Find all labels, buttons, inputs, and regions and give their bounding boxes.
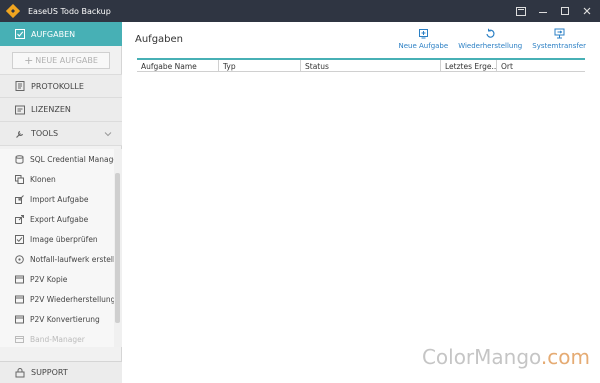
tool-item-label: P2V Wiederherstellung xyxy=(30,294,114,304)
sidebar-item-label: PROTOKOLLE xyxy=(31,81,84,91)
tool-item-export-task[interactable]: Export Aufgabe xyxy=(0,209,114,229)
page-title: Aufgaben xyxy=(135,34,184,45)
column-header-task-name[interactable]: Aufgabe Name xyxy=(137,60,219,72)
close-icon[interactable] xyxy=(578,2,596,20)
system-transfer-icon xyxy=(554,28,565,39)
tool-item-p2v-restore[interactable]: P2V Wiederherstellung xyxy=(0,289,114,309)
toolbar-label: Systemtransfer xyxy=(532,42,586,50)
column-header-type[interactable]: Typ xyxy=(219,60,301,72)
toolbar: Neue Aufgabe Wiederherstellung Systemtra… xyxy=(398,28,586,50)
column-header-last-result[interactable]: Letztes Erge... xyxy=(441,60,497,72)
restore-icon xyxy=(485,28,496,39)
column-header-location[interactable]: Ort xyxy=(497,60,585,72)
sidebar-item-label: TOOLS xyxy=(31,129,59,138)
chevron-down-icon[interactable] xyxy=(104,130,112,138)
tool-item-label: Band-Manager xyxy=(30,334,85,344)
checkbox-icon xyxy=(15,29,25,39)
main-panel: Aufgaben Neue Aufgabe Wiederherstellung … xyxy=(123,22,600,383)
tool-item-label: Image überprüfen xyxy=(30,234,98,244)
p2v-copy-icon xyxy=(15,275,24,284)
sidebar: AUFGABEN + NEUE AUFGABE PROTOKOLLE LIZEN… xyxy=(0,22,122,383)
restore-toolbar-button[interactable]: Wiederherstellung xyxy=(458,28,522,50)
window-title: EaseUS Todo Backup xyxy=(28,6,111,16)
scroll-thumb[interactable] xyxy=(115,173,120,323)
tool-item-label: Notfall-laufwerk erstellen xyxy=(30,254,114,264)
tape-icon xyxy=(15,335,24,344)
tool-item-label: Klonen xyxy=(30,174,56,184)
sidebar-item-logs[interactable]: PROTOKOLLE xyxy=(0,74,122,98)
sidebar-item-support[interactable]: SUPPORT xyxy=(0,361,122,383)
new-task-icon xyxy=(418,28,429,39)
maximize-icon[interactable] xyxy=(556,2,574,20)
support-icon xyxy=(15,367,25,378)
sidebar-item-licenses[interactable]: LIZENZEN xyxy=(0,98,122,122)
toolbar-label: Neue Aufgabe xyxy=(398,42,449,50)
tool-item-import-task[interactable]: Import Aufgabe xyxy=(0,189,114,209)
p2v-convert-icon xyxy=(15,315,24,324)
tool-item-create-emergency-disk[interactable]: Notfall-laufwerk erstellen xyxy=(0,249,114,269)
export-icon xyxy=(15,214,24,224)
watermark: ColorMango.com xyxy=(422,345,590,369)
sidebar-item-label: LIZENZEN xyxy=(31,105,71,114)
tasks-table-header: Aufgabe Name Typ Status Letztes Erge... … xyxy=(137,58,585,72)
tool-item-check-image[interactable]: Image überprüfen xyxy=(0,229,114,249)
column-header-status[interactable]: Status xyxy=(301,60,441,72)
import-icon xyxy=(15,194,24,204)
watermark-brand: ColorMango xyxy=(421,345,541,369)
title-bar: EaseUS Todo Backup xyxy=(0,0,600,22)
tool-item-p2v-copy[interactable]: P2V Kopie xyxy=(0,269,114,289)
log-icon xyxy=(15,81,25,91)
tool-item-label: Export Aufgabe xyxy=(30,214,89,224)
new-task-label: NEUE AUFGABE xyxy=(35,56,98,65)
system-transfer-toolbar-button[interactable]: Systemtransfer xyxy=(532,28,586,50)
tool-item-p2v-convert[interactable]: P2V Konvertierung xyxy=(0,309,114,329)
checkbox-icon xyxy=(15,234,24,244)
tool-item-label: P2V Konvertierung xyxy=(30,314,100,324)
support-label: SUPPORT xyxy=(31,368,68,377)
tool-item-clone[interactable]: Klonen xyxy=(0,169,114,189)
minimize-icon[interactable] xyxy=(534,2,552,20)
watermark-suffix: .com xyxy=(540,345,590,369)
app-logo-icon xyxy=(6,4,20,18)
sidebar-item-label: AUFGABEN xyxy=(31,29,76,39)
menu-icon[interactable] xyxy=(512,2,530,20)
license-icon xyxy=(15,105,25,115)
new-task-button[interactable]: + NEUE AUFGABE xyxy=(12,52,110,69)
toolbar-label: Wiederherstellung xyxy=(458,42,523,50)
tool-item-label: Import Aufgabe xyxy=(30,194,89,204)
sidebar-item-tools[interactable]: TOOLS xyxy=(0,122,122,146)
database-icon xyxy=(15,154,24,164)
tools-scrollbar[interactable] xyxy=(114,149,122,347)
emergency-disk-icon xyxy=(15,254,24,264)
tool-item-sql-credential-manager[interactable]: SQL Credential Manager xyxy=(0,149,114,169)
tool-item-label: P2V Kopie xyxy=(30,274,68,284)
tool-item-tape-manager[interactable]: Band-Manager xyxy=(0,329,114,347)
plus-icon: + xyxy=(24,54,34,67)
wrench-icon xyxy=(15,129,25,139)
new-task-toolbar-button[interactable]: Neue Aufgabe xyxy=(398,28,449,50)
tool-item-label: SQL Credential Manager xyxy=(30,154,114,164)
tools-list: SQL Credential Manager Klonen Import Auf… xyxy=(0,149,114,347)
p2v-restore-icon xyxy=(15,295,24,304)
clone-icon xyxy=(15,174,24,184)
sidebar-item-tasks[interactable]: AUFGABEN xyxy=(0,22,122,46)
